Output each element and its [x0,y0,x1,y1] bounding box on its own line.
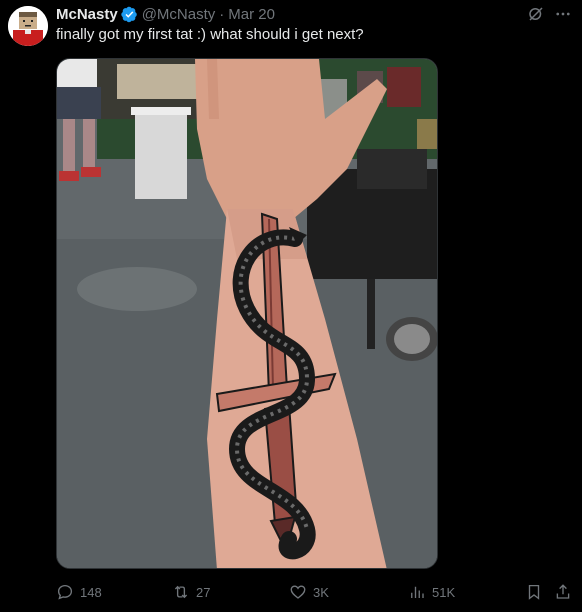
tweet-actions: 148 27 3K 51K [0,580,582,604]
grok-icon[interactable] [527,5,545,23]
tweet-photo[interactable] [56,58,438,569]
share-icon [556,584,570,599]
views-button[interactable]: 51K [408,580,455,604]
handle[interactable]: @McNasty [142,6,216,23]
like-count: 3K [313,584,329,600]
retweet-icon [174,585,188,599]
reply-icon [57,584,73,600]
retweet-count: 27 [196,584,211,600]
views-count: 51K [432,584,456,600]
verified-badge-icon[interactable] [121,6,138,23]
like-icon [290,585,306,599]
bookmark-icon [528,584,540,600]
reply-button[interactable]: 148 [56,580,102,604]
avatar[interactable] [8,6,48,46]
tweet-text: finally got my first tat :) what should … [56,26,364,43]
share-button[interactable] [554,580,572,604]
separator-dot: · [219,5,225,23]
timestamp[interactable]: Mar 20 [228,6,275,23]
tweet[interactable]: McNasty @McNasty · Mar 20 finally got my… [0,0,582,612]
display-name[interactable]: McNasty [56,6,118,23]
tweet-header: McNasty @McNasty · Mar 20 [56,4,275,24]
bookmark-button[interactable] [525,580,543,604]
reply-count: 148 [80,584,102,600]
retweet-button[interactable]: 27 [172,580,210,604]
like-button[interactable]: 3K [289,580,329,604]
views-icon [411,586,424,598]
more-icon[interactable] [554,5,572,23]
